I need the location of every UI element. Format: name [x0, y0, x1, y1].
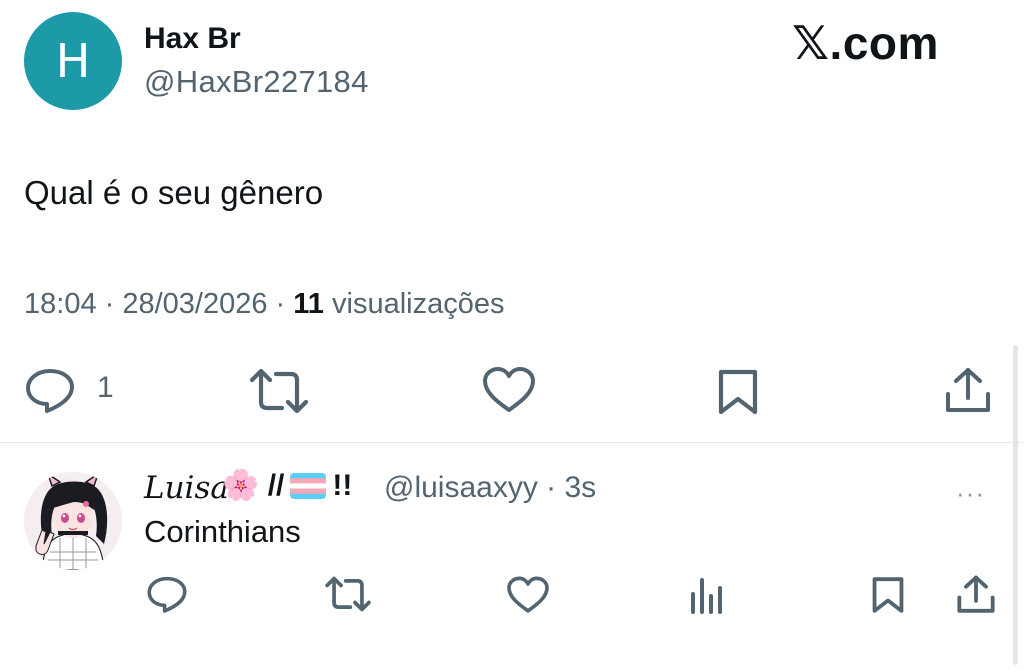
- heart-icon: [483, 367, 535, 412]
- reply-count: 1: [97, 371, 114, 404]
- reply-views-button[interactable]: [688, 576, 726, 619]
- share-button[interactable]: [944, 366, 992, 421]
- trans-flag-icon: [290, 472, 327, 499]
- views-count: 11: [293, 288, 324, 320]
- divider: [0, 442, 1024, 443]
- share-icon: [946, 368, 990, 412]
- retweet-button[interactable]: [248, 368, 310, 419]
- reply-author-name[interactable]: Luisa: [144, 470, 229, 506]
- reply-reply-button[interactable]: [146, 574, 188, 619]
- like-button[interactable]: [482, 366, 536, 419]
- scrollbar[interactable]: [1013, 345, 1018, 665]
- author-handle[interactable]: @HaxBr227184: [144, 64, 369, 100]
- analytics-icon: [691, 578, 722, 614]
- brand-logo: 𝕏.com: [792, 17, 939, 69]
- reply-avatar[interactable]: [24, 472, 122, 570]
- retweet-icon: [249, 368, 309, 414]
- avatar[interactable]: H: [24, 12, 122, 110]
- tweet-timestamp[interactable]: 18:04 · 28/03/2026 ·: [24, 288, 293, 320]
- reply-bookmark-button[interactable]: [870, 576, 906, 619]
- heart-icon: [507, 576, 549, 613]
- tweet-meta: 18:04 · 28/03/2026 · 11 visualizações: [24, 288, 504, 321]
- reply-share-button[interactable]: [956, 574, 996, 621]
- reply-icon: [147, 576, 187, 613]
- reply-badges-end: !!: [332, 468, 353, 502]
- tweet-text: Qual é o seu gênero: [24, 174, 324, 211]
- views-label: visualizações: [323, 288, 505, 320]
- avatar-letter: H: [55, 34, 91, 88]
- author-name[interactable]: Hax Br: [144, 22, 241, 56]
- reply-name-badges: 🌸 // !!: [222, 468, 352, 503]
- bookmark-button[interactable]: [716, 368, 760, 421]
- retweet-icon: [325, 576, 371, 612]
- reply-retweet-button[interactable]: [324, 576, 372, 617]
- reply-icon: [26, 369, 74, 413]
- bookmark-icon: [718, 369, 758, 415]
- more-options-icon[interactable]: ···: [956, 478, 985, 509]
- reply-button[interactable]: [24, 366, 76, 419]
- reply-author-handle[interactable]: @luisaaxyy · 3s: [384, 471, 596, 505]
- reply-badges-text: 🌸 //: [222, 469, 285, 502]
- bookmark-icon: [872, 577, 904, 613]
- reply-text: Corinthians: [144, 514, 301, 549]
- reply-like-button[interactable]: [506, 576, 550, 619]
- avatar-illustration: [24, 472, 122, 570]
- share-icon: [957, 575, 995, 613]
